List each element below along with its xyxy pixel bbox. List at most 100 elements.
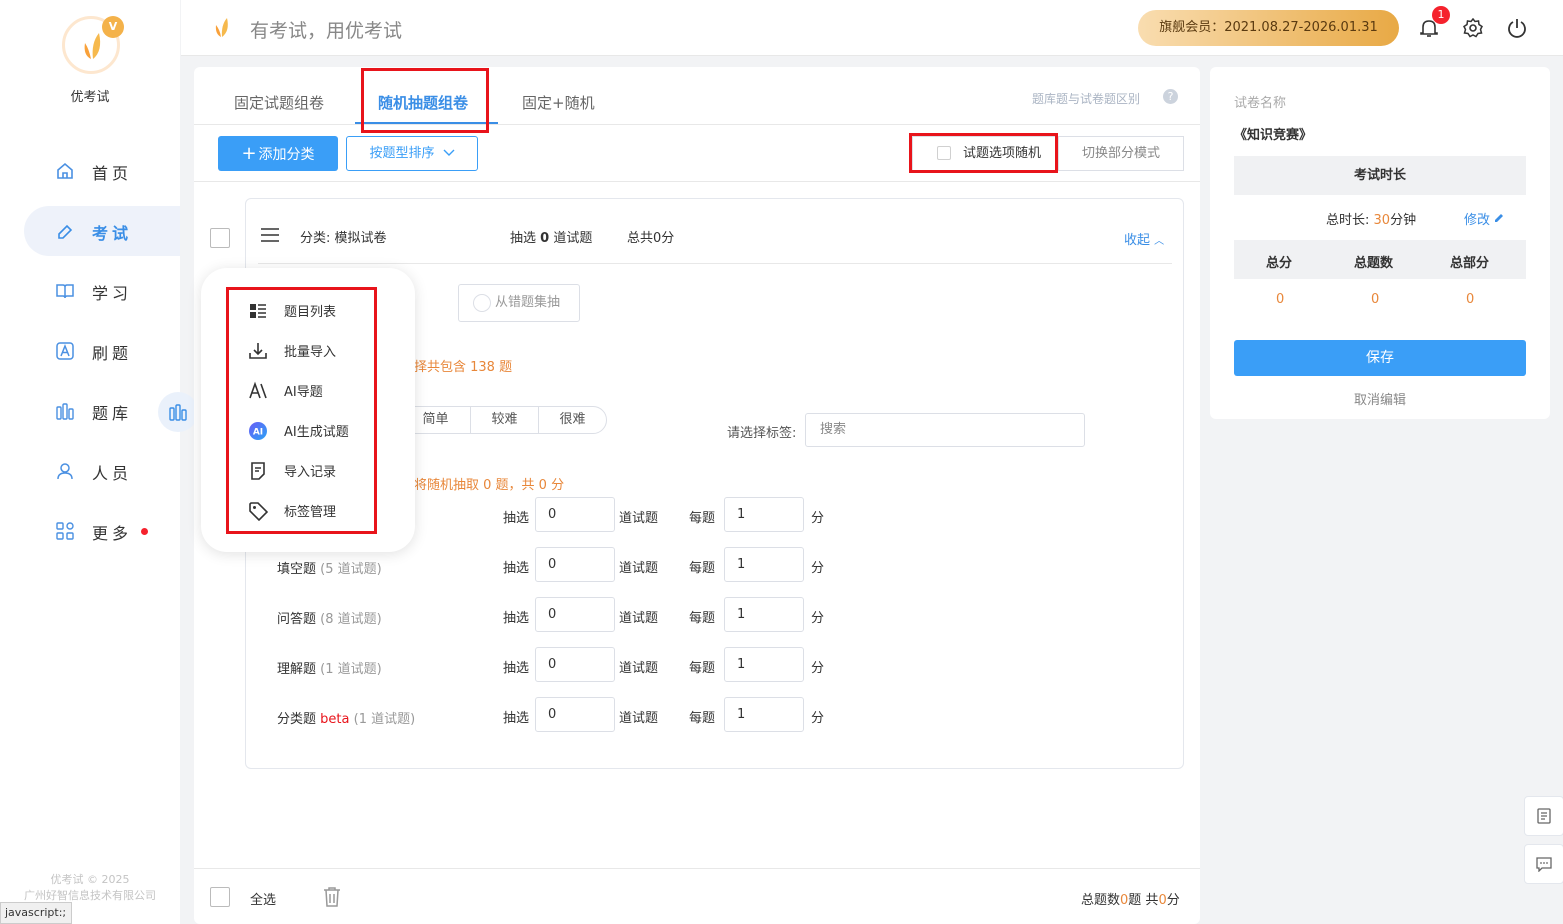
nav-more[interactable]: 更多	[24, 506, 180, 556]
type-count: (1 道试题)	[320, 662, 382, 677]
type-name: 问答题	[277, 612, 317, 627]
add-category-button[interactable]: + 添加分类	[218, 136, 338, 171]
bank-quick-menu-button[interactable]	[158, 392, 198, 432]
pick-count-input[interactable]: 0	[535, 697, 615, 732]
each-label: 每题	[689, 511, 716, 526]
category-checkbox[interactable]	[210, 228, 230, 248]
type-name: 理解题	[277, 662, 317, 677]
pick-label: 抽选	[503, 661, 530, 676]
summary-prefix: 总题数	[1081, 893, 1121, 908]
score-input[interactable]: 1	[724, 547, 804, 582]
unit-questions: 道试题	[619, 711, 659, 726]
pick-count-input[interactable]: 0	[535, 597, 615, 632]
home-icon	[57, 162, 73, 179]
power-icon[interactable]	[1507, 18, 1527, 38]
pick-count-input[interactable]: 0	[535, 647, 615, 682]
trash-icon[interactable]	[322, 886, 342, 908]
select-all-checkbox[interactable]	[210, 887, 230, 907]
nav-question-bank[interactable]: 题库	[24, 386, 180, 436]
question-bank-icon	[56, 403, 74, 420]
unit-points: 分	[811, 611, 825, 626]
nav-people[interactable]: 人员	[24, 446, 180, 496]
question-type-label: 理解题 (1 道试题)	[277, 658, 382, 677]
paper-name-label: 试卷名称	[1234, 96, 1287, 111]
question-bank-icon	[169, 404, 187, 421]
category-name: 分类: 模拟试卷	[300, 231, 387, 246]
unit-questions: 道试题	[619, 611, 659, 626]
score-input[interactable]: 1	[724, 597, 804, 632]
edit-duration-link[interactable]: 修改	[1464, 209, 1505, 228]
difficulty-hard[interactable]: 较难	[470, 407, 539, 433]
tab-mixed[interactable]: 固定+随机	[522, 92, 595, 113]
pick-count-input[interactable]: 0	[535, 547, 615, 582]
stat-total-score-label: 总分	[1266, 256, 1293, 271]
each-label: 每题	[689, 661, 716, 676]
save-button[interactable]: 保存	[1234, 340, 1526, 376]
difficulty-group: 简单 较难 很难	[400, 406, 607, 434]
select-all-label: 全选	[250, 893, 277, 908]
pick-suffix: 道试题	[549, 231, 593, 246]
add-category-label: 添加分类	[258, 147, 315, 163]
duration-suffix: 分钟	[1390, 213, 1417, 228]
score-input[interactable]: 1	[724, 497, 804, 532]
duration-prefix: 总时长:	[1326, 213, 1374, 228]
panel-divider	[258, 263, 1172, 264]
tab-fixed[interactable]: 固定试题组卷	[234, 92, 324, 113]
header-slogan: 有考试，用优考试	[250, 20, 403, 42]
pick-label: 抽选	[503, 561, 530, 576]
switch-mode-button[interactable]: 切换部分模式	[1058, 136, 1184, 171]
nav-label: 首页	[92, 164, 133, 183]
pick-count-input[interactable]: 0	[535, 497, 615, 532]
sort-by-type-button[interactable]: 按题型排序	[346, 136, 478, 171]
type-name: 填空题	[277, 562, 317, 577]
help-link[interactable]: 题库题与试卷题区别	[1032, 90, 1140, 107]
chevron-down-icon	[443, 149, 454, 156]
plus-icon: +	[241, 143, 257, 164]
stat-question-count-label: 总题数	[1354, 256, 1394, 271]
type-name: 分类题	[277, 712, 317, 727]
type-count: (8 道试题)	[320, 612, 382, 627]
tag-search-input[interactable]: 搜索	[805, 413, 1085, 447]
cancel-edit-link[interactable]: 取消编辑	[1234, 389, 1526, 408]
drag-handle-icon[interactable]	[261, 228, 279, 242]
chevron-up-icon: ︿	[1154, 236, 1165, 247]
contains-note: 择共包含 138 题	[414, 360, 513, 375]
nav-label: 学习	[92, 284, 133, 303]
duration-value: 总时长: 30分钟	[1326, 209, 1416, 228]
difficulty-very-hard[interactable]: 很难	[538, 407, 607, 433]
copyright-line: 优考试 © 2025	[50, 873, 130, 886]
question-type-label: 填空题 (5 道试题)	[277, 558, 382, 577]
category-total: 总共0分	[627, 231, 675, 246]
browser-status-bar: javascript:;	[0, 902, 72, 924]
nav-label: 题库	[92, 404, 133, 423]
practice-icon	[56, 342, 74, 360]
nav-practice[interactable]: 刷题	[24, 326, 180, 376]
score-input[interactable]: 1	[724, 647, 804, 682]
nav-exam[interactable]: 考试	[24, 206, 180, 256]
floating-notes-button[interactable]	[1524, 796, 1563, 836]
unit-points: 分	[811, 511, 825, 526]
tabs-divider	[194, 124, 1200, 125]
duration-header: 考试时长	[1234, 156, 1526, 195]
user-icon	[57, 463, 73, 480]
vip-crown-icon: V	[102, 16, 124, 38]
unit-points: 分	[811, 661, 825, 676]
summary-points: 0	[1158, 893, 1167, 908]
score-input[interactable]: 1	[724, 697, 804, 732]
brand-leaf-icon	[215, 18, 228, 37]
vip-membership-badge[interactable]: 旗舰会员：2021.08.27-2026.01.31	[1138, 10, 1399, 46]
sort-label: 按题型排序	[369, 146, 435, 161]
collapse-link[interactable]: 收起 ︿	[1124, 229, 1164, 248]
stat-section-count-value: 0	[1466, 292, 1475, 307]
document-icon	[1537, 808, 1551, 824]
nav-learn[interactable]: 学习	[24, 266, 180, 316]
floating-chat-button[interactable]	[1524, 844, 1563, 884]
nav-home[interactable]: 首页	[24, 146, 180, 196]
unit-questions: 道试题	[619, 511, 659, 526]
from-wrong-set-option[interactable]: 从错题集抽	[458, 284, 580, 322]
type-count: (1 道试题)	[353, 712, 416, 727]
radio[interactable]	[473, 294, 491, 312]
brand-name: 优考试	[70, 90, 110, 105]
help-question-icon[interactable]: ?	[1163, 89, 1178, 104]
gear-icon[interactable]	[1463, 18, 1483, 38]
